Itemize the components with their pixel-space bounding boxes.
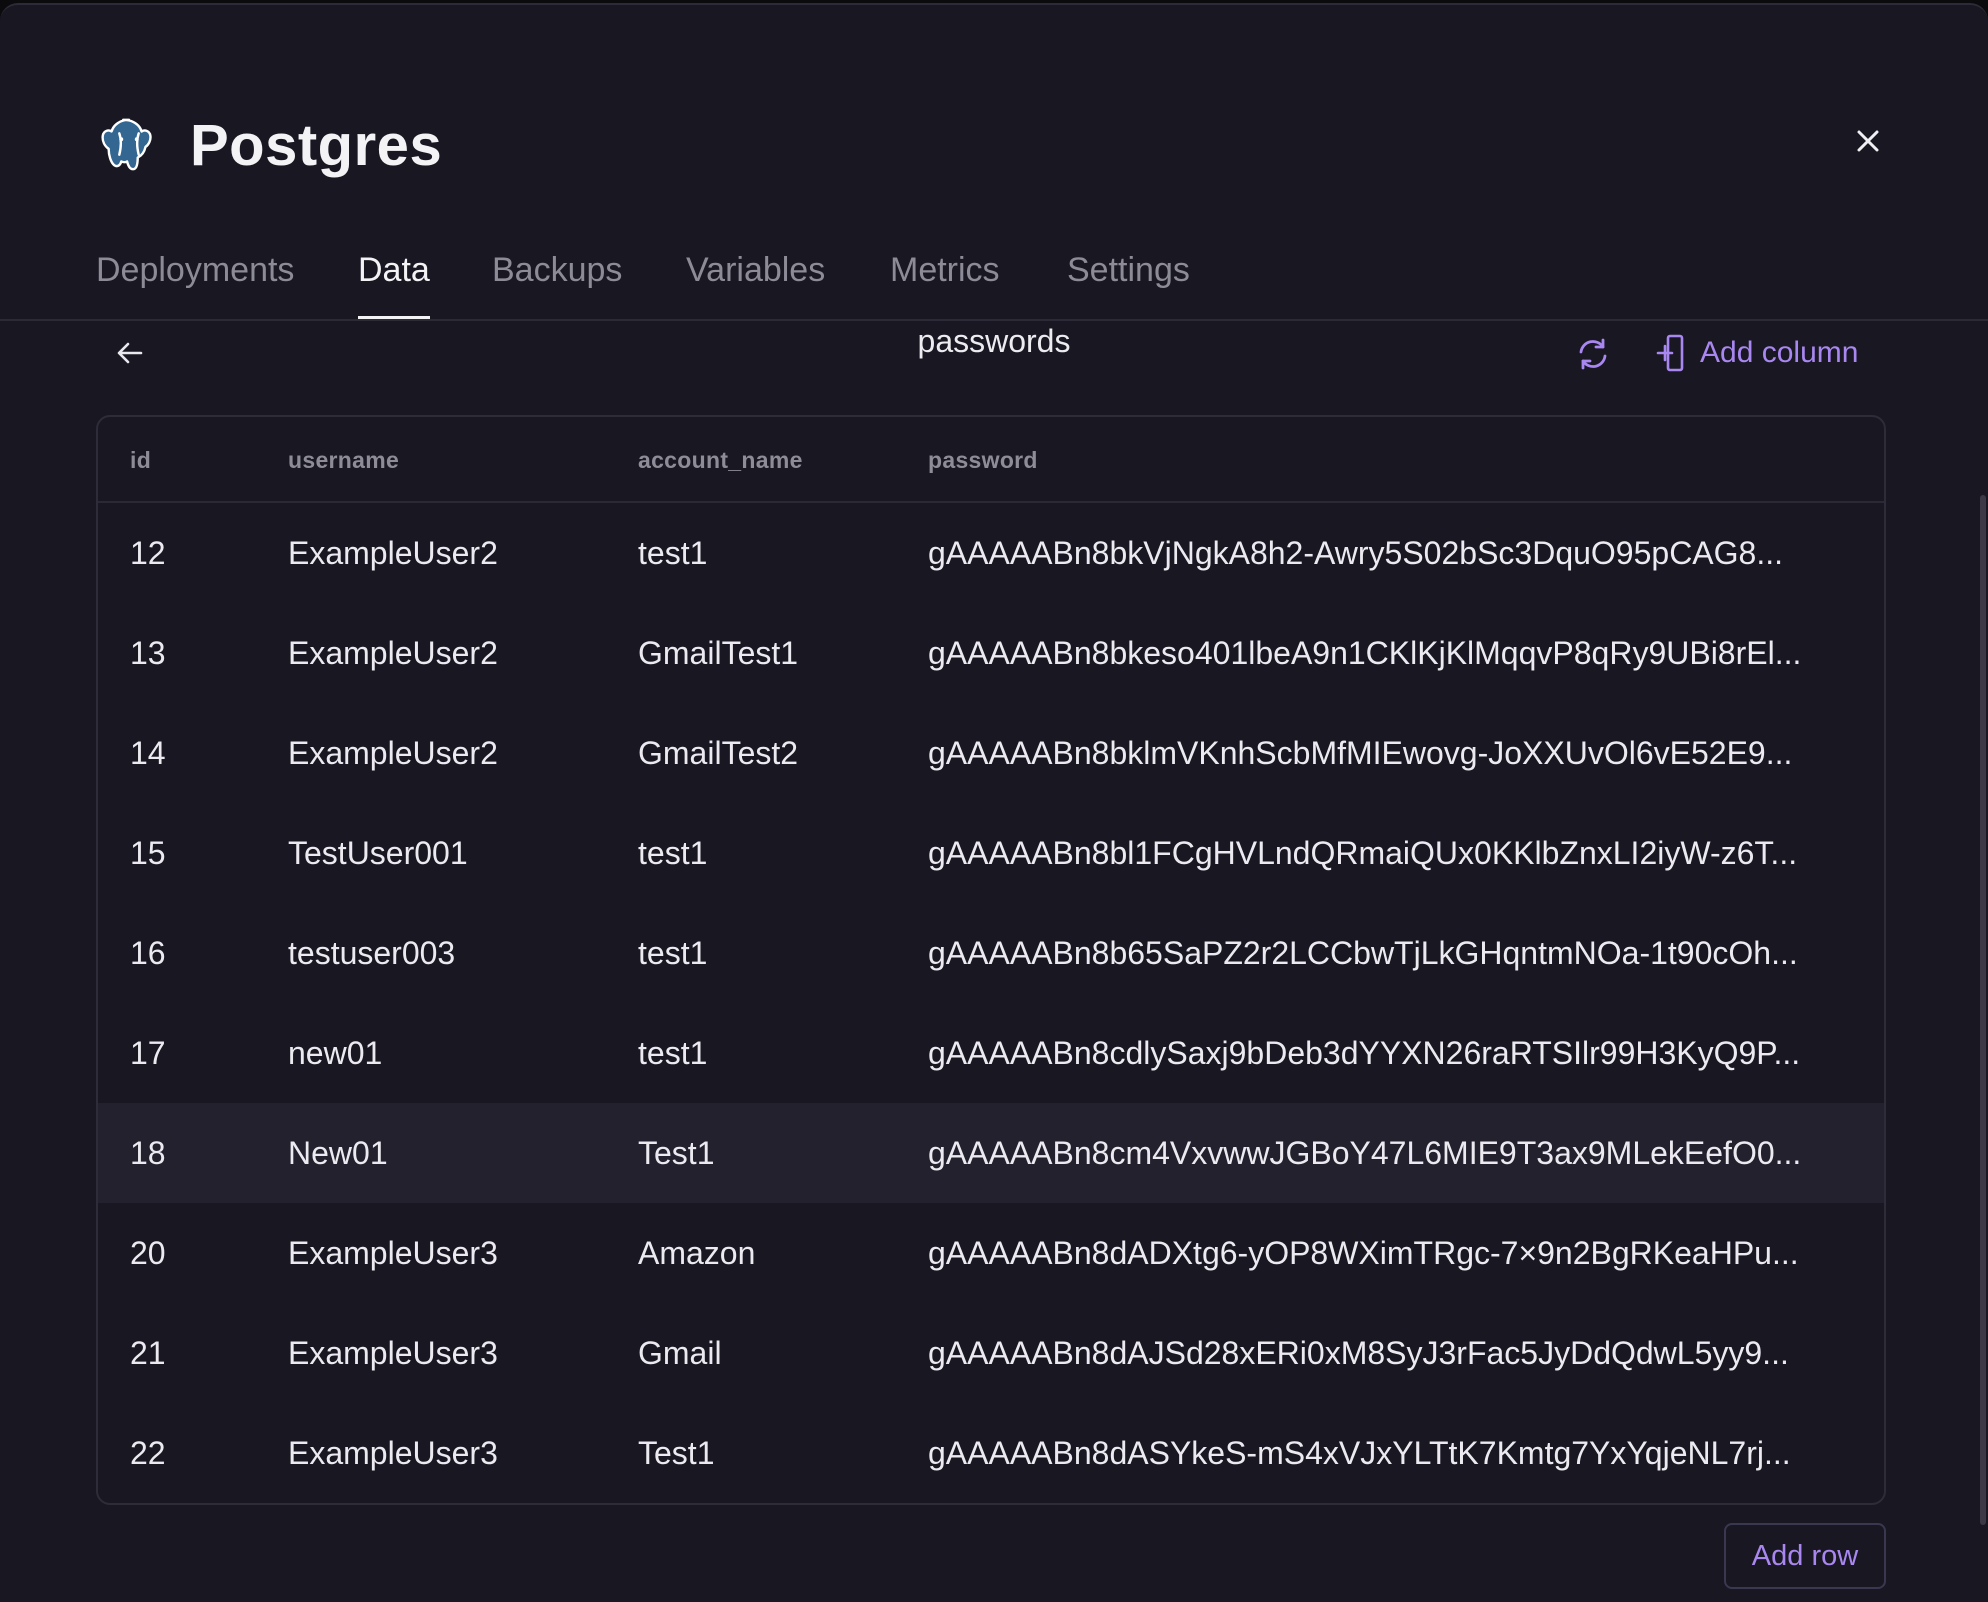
cell-id[interactable]: 22 [130, 1435, 166, 1472]
cell-username[interactable]: New01 [288, 1135, 388, 1172]
cell-id[interactable]: 12 [130, 535, 166, 572]
cell-id[interactable]: 14 [130, 735, 166, 772]
cell-account-name[interactable]: Amazon [638, 1235, 755, 1272]
tab-bar: Deployments Data Backups Variables Metri… [0, 231, 1988, 321]
cell-password[interactable]: gAAAAABn8dAJSd28xERi0xM8SyJ3rFac5JyDdQdw… [928, 1335, 1789, 1372]
add-row-button[interactable]: Add row [1724, 1523, 1886, 1589]
table-row[interactable]: 14 ExampleUser2 GmailTest2 gAAAAABn8bklmVKn… [98, 703, 1884, 803]
tab-settings[interactable]: Settings [1067, 251, 1190, 316]
service-panel: Postgres Deployments Data Backups Variab… [0, 3, 1988, 1602]
table-row[interactable]: 18 New01 Test1 gAAAAABn8cm4VxvwwJGBoY47L6MI… [98, 1103, 1884, 1203]
cell-password[interactable]: gAAAAABn8bkVjNgkA8h2-Awry5S02bSc3DquO95p… [928, 535, 1783, 572]
close-icon [1857, 130, 1879, 152]
cell-username[interactable]: new01 [288, 1035, 382, 1072]
tab-backups[interactable]: Backups [492, 251, 622, 316]
cell-id[interactable]: 17 [130, 1035, 166, 1072]
panel-header: Postgres [96, 105, 442, 185]
column-header-id[interactable]: id [130, 447, 151, 474]
cell-password[interactable]: gAAAAABn8dASYkeS-mS4xVJxYLTtK7Kmtg7YxYqj… [928, 1435, 1791, 1472]
cell-id[interactable]: 15 [130, 835, 166, 872]
table-row[interactable]: 21 ExampleUser3 Gmail gAAAAABn8dAJSd28xERi0… [98, 1303, 1884, 1403]
cell-id[interactable]: 18 [130, 1135, 166, 1172]
table-row[interactable]: 22 ExampleUser3 Test1 gAAAAABn8dASYkeS-mS4x… [98, 1403, 1884, 1503]
cell-username[interactable]: ExampleUser2 [288, 535, 498, 572]
tab-variables[interactable]: Variables [686, 251, 825, 316]
close-button[interactable] [1848, 121, 1888, 161]
table-row[interactable]: 15 TestUser001 test1 gAAAAABn8bl1FCgHVLndQR… [98, 803, 1884, 903]
cell-password[interactable]: gAAAAABn8cm4VxvwwJGBoY47L6MIE9T3ax9MLekE… [928, 1135, 1801, 1172]
refresh-icon [1579, 338, 1607, 370]
add-column-label: Add column [1700, 336, 1859, 369]
tab-deployments[interactable]: Deployments [96, 251, 294, 316]
refresh-button[interactable] [1574, 335, 1612, 373]
scrollbar[interactable] [1980, 495, 1986, 1525]
cell-account-name[interactable]: test1 [638, 535, 707, 572]
column-header-password[interactable]: password [928, 447, 1038, 474]
table-row[interactable]: 16 testuser003 test1 gAAAAABn8b65SaPZ2r2LCC… [98, 903, 1884, 1003]
cell-account-name[interactable]: test1 [638, 935, 707, 972]
cell-password[interactable]: gAAAAABn8cdlySaxj9bDeb3dYYXN26raRTSIlr99… [928, 1035, 1800, 1072]
cell-account-name[interactable]: test1 [638, 835, 707, 872]
cell-account-name[interactable]: Test1 [638, 1435, 714, 1472]
cell-username[interactable]: ExampleUser3 [288, 1235, 498, 1272]
cell-account-name[interactable]: GmailTest2 [638, 735, 798, 772]
column-header-account-name[interactable]: account_name [638, 447, 803, 474]
data-table: id username account_name password 12 Exam… [96, 415, 1886, 1505]
cell-username[interactable]: TestUser001 [288, 835, 468, 872]
tab-metrics[interactable]: Metrics [890, 251, 1000, 316]
cell-username[interactable]: ExampleUser2 [288, 635, 498, 672]
cell-username[interactable]: ExampleUser3 [288, 1335, 498, 1372]
page-title: Postgres [190, 112, 443, 178]
cell-username[interactable]: ExampleUser3 [288, 1435, 498, 1472]
cell-account-name[interactable]: Test1 [638, 1135, 714, 1172]
cell-id[interactable]: 13 [130, 635, 166, 672]
cell-account-name[interactable]: Gmail [638, 1335, 722, 1372]
table-row[interactable]: 12 ExampleUser2 test1 gAAAAABn8bkVjNgkA8h2-… [98, 503, 1884, 603]
cell-id[interactable]: 21 [130, 1335, 166, 1372]
cell-id[interactable]: 16 [130, 935, 166, 972]
table-row[interactable]: 17 new01 test1 gAAAAABn8cdlySaxj9bDeb3dYYXN… [98, 1003, 1884, 1103]
cell-username[interactable]: testuser003 [288, 935, 455, 972]
cell-id[interactable]: 20 [130, 1235, 166, 1272]
cell-password[interactable]: gAAAAABn8dADXtg6-yOP8WXimTRgc-7×9n2BgRKe… [928, 1235, 1799, 1272]
postgres-elephant-icon [96, 112, 162, 178]
cell-password[interactable]: gAAAAABn8bkeso401lbeA9n1CKlKjKlMqqvP8qRy… [928, 635, 1801, 672]
cell-account-name[interactable]: test1 [638, 1035, 707, 1072]
cell-account-name[interactable]: GmailTest1 [638, 635, 798, 672]
cell-username[interactable]: ExampleUser2 [288, 735, 498, 772]
table-row[interactable]: 20 ExampleUser3 Amazon gAAAAABn8dADXtg6-yOP… [98, 1203, 1884, 1303]
add-column-icon [1656, 333, 1686, 373]
column-header-username[interactable]: username [288, 447, 399, 474]
tab-data[interactable]: Data [358, 251, 430, 319]
table-row[interactable]: 13 ExampleUser2 GmailTest1 gAAAAABn8bkeso40… [98, 603, 1884, 703]
table-header: id username account_name password [98, 417, 1884, 503]
cell-password[interactable]: gAAAAABn8bklmVKnhScbMfMIEwovg-JoXXUvOl6v… [928, 735, 1792, 772]
cell-password[interactable]: gAAAAABn8bl1FCgHVLndQRmaiQUx0KKlbZnxLI2i… [928, 835, 1797, 872]
cell-password[interactable]: gAAAAABn8b65SaPZ2r2LCCbwTjLkGHqntmNOa-1t… [928, 935, 1798, 972]
add-column-button[interactable]: Add column [1656, 331, 1858, 375]
